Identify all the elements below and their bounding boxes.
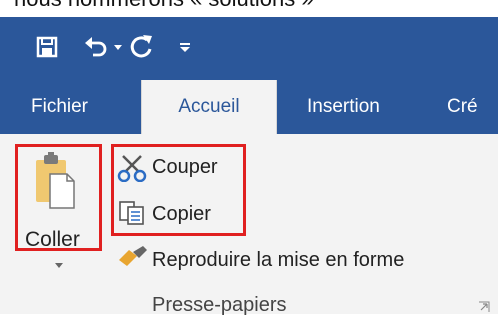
- dialog-launcher-icon[interactable]: [478, 301, 490, 313]
- highlight-paste: [15, 144, 102, 251]
- format-painter-button[interactable]: Reproduire la mise en forme: [152, 249, 404, 272]
- tab-accueil[interactable]: Accueil: [141, 80, 277, 134]
- undo-icon[interactable]: [83, 35, 109, 59]
- paste-dropdown-icon[interactable]: [55, 263, 63, 269]
- highlight-cut-copy: [111, 144, 246, 236]
- tab-creation[interactable]: Cré: [447, 80, 478, 134]
- customize-qat-icon[interactable]: [180, 41, 190, 53]
- title-bar: [0, 17, 498, 80]
- tab-insertion[interactable]: Insertion: [307, 80, 380, 134]
- chevron-down-icon[interactable]: [114, 45, 122, 51]
- caption-text: nous nommerons « solutions »: [0, 0, 498, 12]
- ribbon-tabs: Fichier Accueil Insertion Cré: [0, 80, 498, 134]
- tab-fichier[interactable]: Fichier: [31, 80, 88, 134]
- redo-icon[interactable]: [129, 33, 155, 59]
- save-icon[interactable]: [36, 36, 58, 58]
- format-painter-icon: [119, 246, 147, 266]
